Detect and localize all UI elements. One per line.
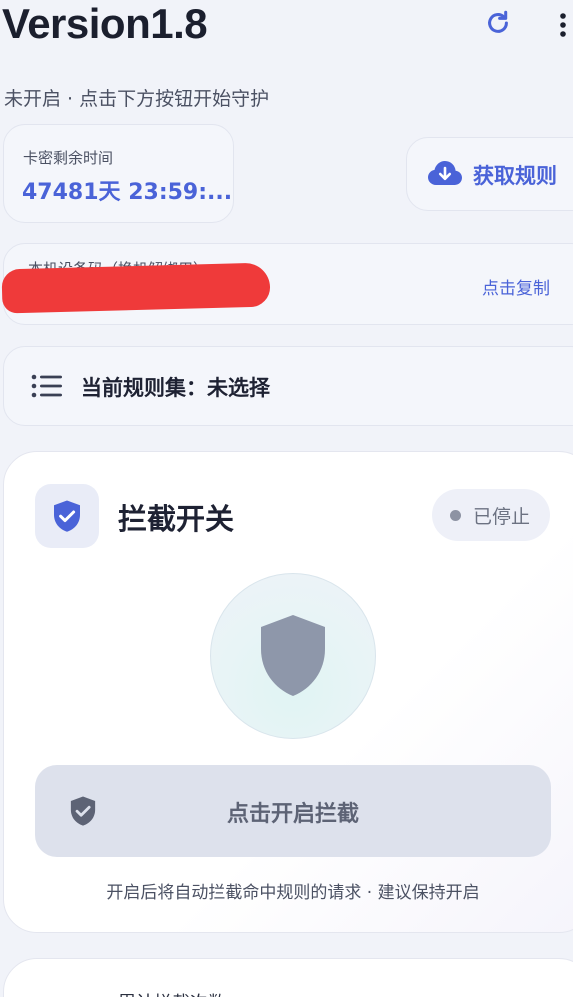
app-title: Version1.8 <box>2 0 208 47</box>
intercept-hint: 开启后将自动拦截命中规则的请求 · 建议保持开启 <box>4 878 573 903</box>
intercept-switch-title: 拦截开关 <box>118 502 235 536</box>
more-menu-button[interactable] <box>553 8 573 42</box>
current-ruleset-text: 当前规则集：未选择 <box>81 376 270 400</box>
current-ruleset-card[interactable]: 当前规则集：未选择 <box>3 346 573 426</box>
shield-status-circle <box>210 573 376 739</box>
intercept-switch-card: 拦截开关 已停止 点击开启拦截 开启后将自动拦截命中规则的请求 · 建议保持开启 <box>3 451 573 933</box>
cloud-download-icon <box>427 159 463 193</box>
protection-status-text: 未开启 · 点击下方按钮开始守护 <box>4 88 270 110</box>
get-rules-label: 获取规则 <box>473 164 557 188</box>
status-badge: 已停止 <box>432 489 550 541</box>
shield-check-icon <box>54 500 80 532</box>
license-time-card: 卡密剩余时间 47481天 23:59:... <box>3 124 234 223</box>
total-blocked-label: 累计拦截次数 <box>118 989 226 997</box>
more-vertical-icon <box>560 13 566 37</box>
list-icon <box>31 374 63 402</box>
intercept-hint-text: 开启后将自动拦截命中规则的请求 · 建议保持开启 <box>106 883 480 903</box>
refresh-icon <box>488 10 508 33</box>
redaction-mark <box>1 262 271 314</box>
status-dot <box>450 510 461 521</box>
device-code-card: 本机设备码（换机解绑用） 点击复制 <box>1 243 573 325</box>
license-time-value: 47481天 23:59:... <box>22 180 233 205</box>
shield-icon <box>261 615 325 696</box>
copy-device-code-link[interactable]: 点击复制 <box>482 274 550 299</box>
shield-check-tile <box>35 484 99 548</box>
start-intercept-label: 点击开启拦截 <box>226 802 359 827</box>
get-rules-button[interactable]: 获取规则 <box>406 137 573 211</box>
refresh-button[interactable] <box>481 6 515 40</box>
stats-card: 累计拦截次数 <box>3 958 573 997</box>
start-intercept-button[interactable]: 点击开启拦截 <box>35 765 551 857</box>
app-screen: Version1.8 未开启 · 点击下方按钮开始守护 卡密剩余时间 47481… <box>0 0 573 997</box>
license-time-label: 卡密剩余时间 <box>23 149 114 167</box>
status-badge-label: 已停止 <box>473 506 531 528</box>
